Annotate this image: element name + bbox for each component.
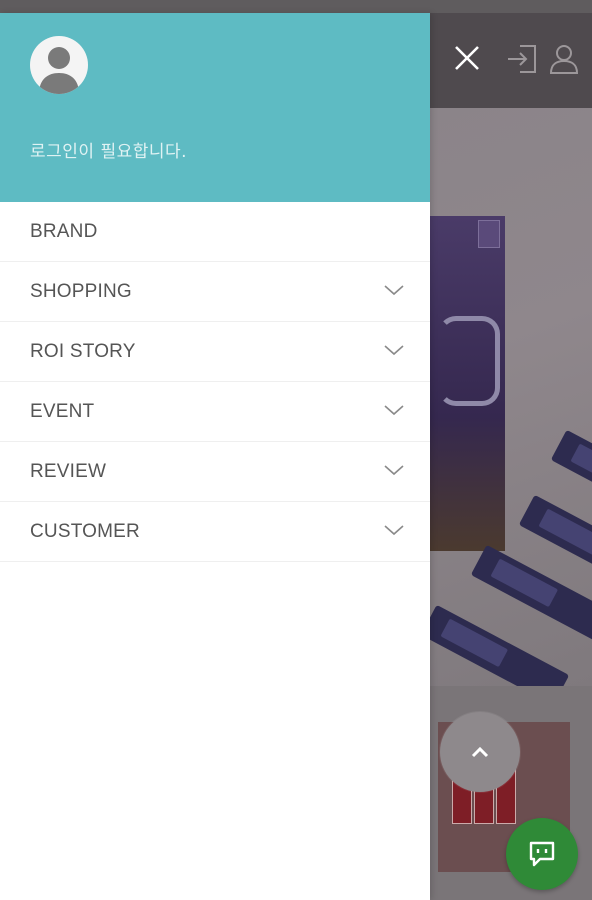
hero-image xyxy=(430,108,592,686)
chevron-down-icon[interactable] xyxy=(383,463,405,477)
close-icon xyxy=(455,46,479,70)
chevron-down-icon[interactable] xyxy=(383,283,405,297)
header-icons xyxy=(430,13,592,108)
menu-item-customer[interactable]: CUSTOMER xyxy=(0,502,430,562)
drawer-menu: BRAND SHOPPING ROI STORY EVENT REVIEW CU… xyxy=(0,202,430,562)
chat-button[interactable] xyxy=(506,818,578,890)
product-stick xyxy=(470,544,592,646)
close-button[interactable] xyxy=(452,43,482,73)
chevron-down-icon[interactable] xyxy=(383,403,405,417)
product-box-graphic xyxy=(438,316,500,406)
user-icon xyxy=(549,45,579,74)
status-strip xyxy=(0,0,592,13)
account-button[interactable] xyxy=(548,43,580,75)
menu-item-brand[interactable]: BRAND xyxy=(0,202,430,262)
menu-item-roi-story[interactable]: ROI STORY xyxy=(0,322,430,382)
default-avatar-icon xyxy=(39,47,79,94)
avatar xyxy=(30,36,88,94)
menu-item-label: CUSTOMER xyxy=(30,520,140,542)
menu-item-event[interactable]: EVENT xyxy=(0,382,430,442)
login-required-message[interactable]: 로그인이 필요합니다. xyxy=(30,137,187,162)
menu-item-label: SHOPPING xyxy=(30,280,132,302)
menu-item-review[interactable]: REVIEW xyxy=(0,442,430,502)
drawer-header: 로그인이 필요합니다. xyxy=(0,13,430,202)
menu-item-shopping[interactable]: SHOPPING xyxy=(0,262,430,322)
product-box xyxy=(430,216,505,551)
login-icon xyxy=(508,45,536,73)
product-box-lid xyxy=(478,220,500,248)
side-drawer: 로그인이 필요합니다. BRAND SHOPPING ROI STORY EVE… xyxy=(0,13,430,900)
chevron-down-icon[interactable] xyxy=(383,343,405,357)
chevron-down-icon[interactable] xyxy=(383,523,405,537)
chevron-up-icon xyxy=(471,746,489,758)
menu-item-label: ROI STORY xyxy=(30,340,136,362)
login-button[interactable] xyxy=(506,43,538,75)
menu-item-label: REVIEW xyxy=(30,460,107,482)
product-stick xyxy=(430,604,570,686)
menu-item-label: BRAND xyxy=(30,220,98,242)
scroll-to-top-button[interactable] xyxy=(440,712,520,792)
chat-icon xyxy=(529,841,555,867)
menu-item-label: EVENT xyxy=(30,400,95,422)
